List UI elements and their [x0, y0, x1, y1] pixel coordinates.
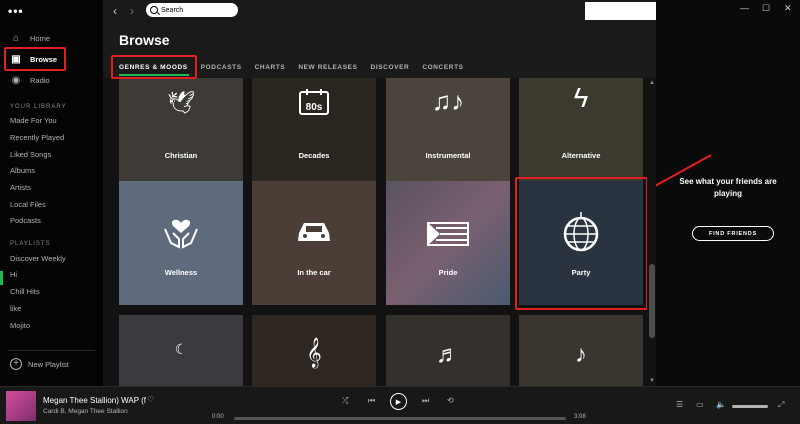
playlist-item[interactable]: like [10, 304, 21, 313]
home-icon: ⌂ [12, 32, 20, 44]
divider [8, 350, 95, 351]
playlist-item[interactable]: Hi [10, 270, 17, 279]
tab-highlight-box [111, 55, 197, 79]
progress-bar[interactable] [234, 417, 566, 420]
tile-label: Decades [298, 151, 330, 160]
player-bar: Megan Thee Stallion) WAP (f ♡ Cardi B, M… [0, 386, 800, 424]
tab-concerts[interactable]: CONCERTS [422, 64, 463, 71]
sidebar-item-podcasts[interactable]: Podcasts [10, 216, 41, 225]
top-bar: ‹ › Search Browse GENRES & MOODS PODCAST… [103, 0, 656, 79]
close-icon[interactable]: ✕ [784, 3, 792, 14]
menu-dots-icon[interactable]: ••• [8, 4, 24, 18]
tile-label: Instrumental [425, 151, 471, 160]
scrollbar[interactable]: ▲ ▼ [647, 78, 656, 386]
tile-wellness[interactable]: Wellness [119, 181, 243, 305]
tab-new-releases[interactable]: NEW RELEASES [298, 64, 357, 71]
heart-hands-icon [119, 215, 243, 254]
find-friends-button[interactable]: FIND FRIENDS [692, 226, 774, 241]
fullscreen-icon[interactable]: ⤢ [778, 400, 784, 410]
scroll-down-icon[interactable]: ▼ [649, 378, 655, 384]
tile-in-the-car[interactable]: In the car [252, 181, 376, 305]
tile-sleep[interactable]: ☾ [119, 315, 243, 386]
play-button[interactable]: ▶ [390, 393, 407, 410]
library-heading: YOUR LIBRARY [10, 104, 67, 110]
shuffle-icon[interactable]: ⤮ [342, 396, 348, 406]
dove-icon: 🕊 [167, 90, 195, 115]
time-current: 0:00 [212, 414, 224, 420]
violin-icon: 𝄞 [306, 337, 322, 367]
main-content: 🕊 Christian 80s Decades ♫♪ Instrumental … [103, 0, 656, 386]
svg-text:80s: 80s [306, 102, 323, 113]
sidebar-item-made-for-you[interactable]: Made For You [10, 116, 57, 125]
sidebar-item-local-files[interactable]: Local Files [10, 200, 46, 209]
repeat-icon[interactable]: ⟲ [447, 396, 454, 405]
sidebar-item-recently-played[interactable]: Recently Played [10, 133, 64, 142]
radio-icon: ◉ [11, 74, 21, 86]
volume-icon[interactable]: 🔈 [716, 400, 726, 409]
search-icon [150, 6, 158, 14]
search-placeholder: Search [161, 6, 184, 14]
time-total: 3:08 [574, 414, 586, 420]
new-playlist-button[interactable]: + New Playlist [10, 358, 69, 370]
volume-slider[interactable] [732, 405, 768, 408]
trumpet-icon: ♬ [436, 341, 460, 368]
sidebar: ••• ⌂ Home ▣ Browse ◉ Radio YOUR LIBRARY… [0, 0, 103, 386]
car-icon [252, 219, 376, 250]
guitar-icon: ♪ [575, 341, 587, 368]
queue-icon[interactable]: ☰ [676, 400, 683, 409]
previous-icon[interactable]: ⏮ [368, 396, 375, 406]
party-highlight-box [515, 177, 648, 310]
sidebar-item-home[interactable]: ⌂ Home [10, 29, 50, 47]
tab-podcasts[interactable]: PODCASTS [201, 64, 242, 71]
tile-folk[interactable]: ♪ [519, 315, 643, 386]
heart-icon[interactable]: ♡ [147, 395, 154, 404]
tile-label: Alternative [561, 151, 601, 160]
highlight-box [4, 47, 66, 71]
tile-classical[interactable]: 𝄞 [252, 315, 376, 386]
tile-label: Wellness [164, 268, 198, 277]
forward-arrow-icon[interactable]: › [130, 4, 134, 18]
account-redacted[interactable] [585, 2, 656, 20]
scroll-up-icon[interactable]: ▲ [649, 80, 655, 86]
friends-prompt: See what your friends are playing [679, 177, 777, 198]
maximize-icon[interactable]: ☐ [762, 3, 770, 14]
page-title: Browse [119, 32, 170, 48]
playlists-heading: PLAYLISTS [10, 241, 51, 247]
calendar-icon: 80s [252, 88, 376, 121]
tile-label: In the car [297, 268, 331, 277]
sidebar-item-label: Radio [30, 75, 50, 85]
devices-icon[interactable]: ▭ [696, 400, 704, 409]
sidebar-item-label: Home [30, 33, 51, 43]
minimize-icon[interactable]: — [740, 3, 749, 13]
playlist-item[interactable]: Mojito [10, 321, 30, 330]
friend-activity-panel: — ☐ ✕ See what your friends are playing … [656, 0, 800, 386]
tile-pride[interactable]: Pride [386, 181, 510, 305]
tile-label: Pride [438, 268, 458, 277]
track-artist[interactable]: Cardi B, Megan Thee Stallion [43, 408, 128, 415]
sidebar-item-artists[interactable]: Artists [10, 183, 31, 192]
moon-bed-icon: ☾ [174, 341, 188, 357]
music-notes-icon: ♫♪ [431, 86, 465, 116]
plus-icon: + [10, 358, 22, 370]
playlist-item[interactable]: Chill Hits [10, 287, 40, 296]
album-art[interactable] [6, 391, 36, 421]
back-arrow-icon[interactable]: ‹ [113, 4, 117, 18]
tile-label: Christian [164, 151, 198, 160]
tab-charts[interactable]: CHARTS [255, 64, 286, 71]
lightning-icon: ϟ [573, 82, 589, 113]
track-title[interactable]: Megan Thee Stallion) WAP (f [43, 396, 146, 405]
sidebar-item-albums[interactable]: Albums [10, 166, 35, 175]
new-playlist-label: New Playlist [28, 359, 69, 369]
now-playing-indicator [0, 271, 3, 285]
sidebar-item-radio[interactable]: ◉ Radio [10, 71, 50, 89]
next-icon[interactable]: ⏭ [422, 396, 429, 406]
search-input[interactable]: Search [146, 3, 238, 17]
tile-jazz[interactable]: ♬ [386, 315, 510, 386]
scroll-thumb[interactable] [649, 264, 655, 338]
sidebar-item-liked-songs[interactable]: Liked Songs [10, 150, 51, 159]
tab-discover[interactable]: DISCOVER [371, 64, 410, 71]
pride-flag-icon [386, 221, 510, 252]
playlist-item[interactable]: Discover Weekly [10, 254, 66, 263]
